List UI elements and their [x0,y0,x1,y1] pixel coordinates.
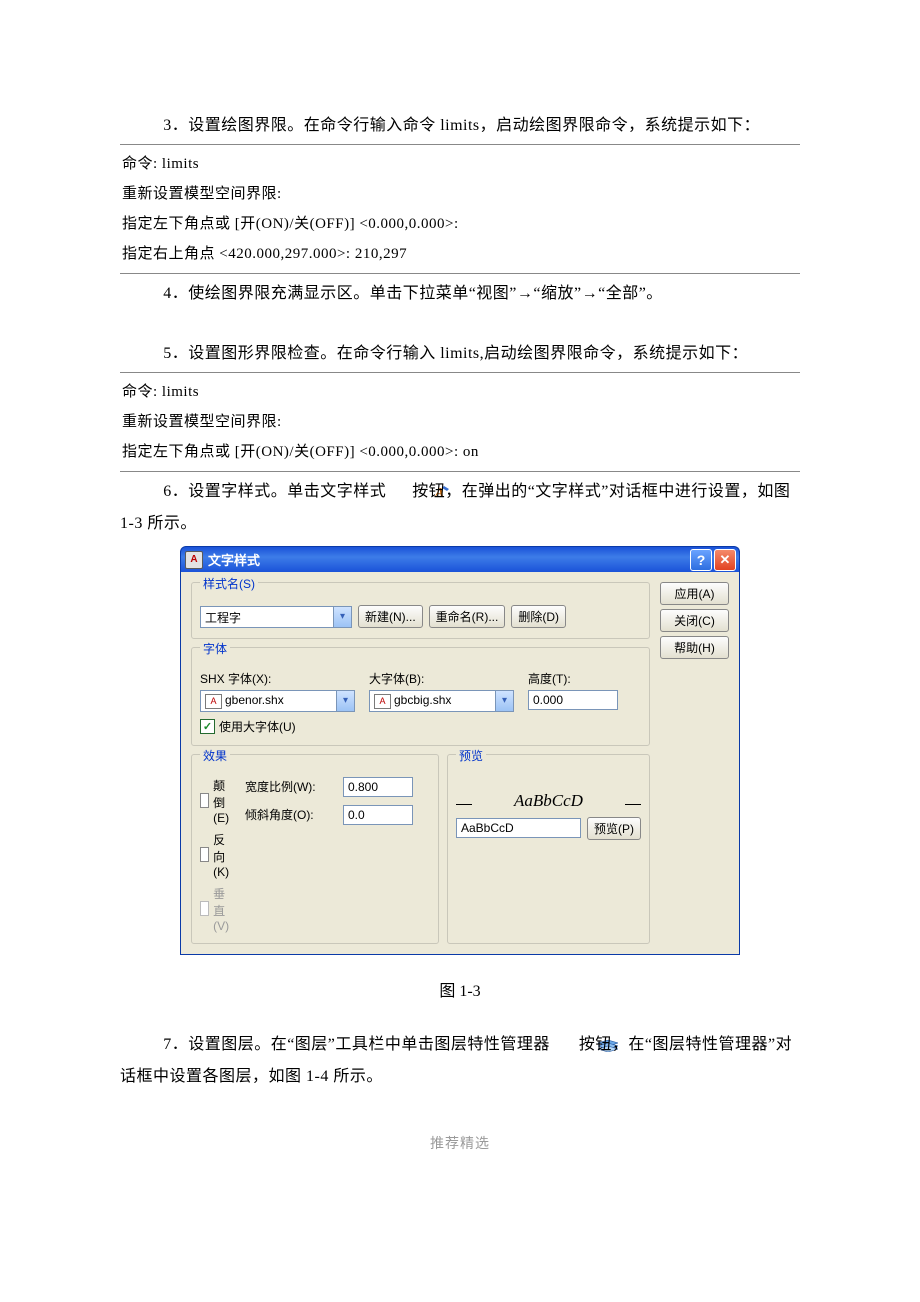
preview-sample: AaBbCcD [514,791,583,811]
width-factor-input[interactable]: 0.800 [343,777,413,797]
font-group: 字体 SHX 字体(X): Agbenor.shx ▾ 大字体(B): [191,647,650,746]
layer-manager-icon [554,1032,574,1044]
style-name-combo[interactable]: 工程字 ▾ [200,606,352,628]
reverse-checkbox[interactable]: 反向(K) [200,831,235,879]
chevron-down-icon[interactable]: ▾ [333,607,351,627]
big-font-value: gbcbig.shx [394,693,451,707]
para-5: 5．设置图形界限检查。在命令行输入 limits,启动绘图界限命令，系统提示如下… [120,338,800,370]
shx-font-value: gbenor.shx [225,693,284,707]
height-input[interactable]: 0.000 [528,690,618,710]
reverse-label: 反向(K) [213,831,235,879]
figure-caption: 图 1-3 [120,977,800,1001]
command-block-2: 命令: limits 重新设置模型空间界限: 指定左下角点或 [开(ON)/关(… [120,372,800,472]
font-legend: 字体 [200,640,230,657]
command-block-1: 命令: limits 重新设置模型空间界限: 指定左下角点或 [开(ON)/关(… [120,144,800,274]
checkbox-icon [200,901,209,916]
oblique-angle-input[interactable]: 0.0 [343,805,413,825]
checkbox-icon [200,847,209,862]
close-dialog-button[interactable]: 关闭(C) [660,609,729,632]
preview-canvas: AaBbCcD [456,773,641,811]
style-legend: 样式名(S) [200,575,258,592]
use-big-font-checkbox[interactable]: 使用大字体(U) [200,718,641,735]
footer-text: 推荐精选 [120,1133,800,1153]
preview-group: 预览 AaBbCcD AaBbCcD 预览(P) [447,754,650,944]
dialog-titlebar[interactable]: A 文字样式 ? ✕ [180,546,740,572]
checkbox-icon [200,793,209,808]
para-6-a: 6．设置字样式。单击文字样式 [163,483,386,500]
apply-button[interactable]: 应用(A) [660,582,729,605]
cmd-line: 指定左下角点或 [开(ON)/关(OFF)] <0.000,0.000>: [122,209,798,239]
preview-input[interactable]: AaBbCcD [456,818,581,838]
new-button[interactable]: 新建(N)... [358,605,423,628]
help-button[interactable]: ? [690,549,712,571]
delete-button[interactable]: 删除(D) [511,605,566,628]
page-content: 3．设置绘图界限。在命令行输入命令 limits，启动绘图界限命令，系统提示如下… [0,0,920,1213]
cmd-line: 指定右上角点 <420.000,297.000>: 210,297 [122,239,798,269]
preview-button[interactable]: 预览(P) [587,817,641,840]
vertical-checkbox: 垂直(V) [200,885,235,933]
preview-legend: 预览 [456,747,486,764]
style-name-value: 工程字 [201,607,333,627]
effects-group: 效果 颠倒(E) 反向(K) [191,754,439,944]
big-font-label: 大字体(B): [369,670,514,687]
text-style-icon: A [391,479,408,494]
font-icon: A [374,694,391,709]
vertical-label: 垂直(V) [213,885,235,933]
cmd-line: 重新设置模型空间界限: [122,407,798,437]
cmd-line: 指定左下角点或 [开(ON)/关(OFF)] <0.000,0.000>: on [122,437,798,467]
use-big-font-label: 使用大字体(U) [219,718,296,735]
cmd-line: 命令: limits [122,149,798,179]
para-7: 7．设置图层。在“图层”工具栏中单击图层特性管理器 按钮，在“图层特性管理器”对… [120,1029,800,1093]
dialog-body: 样式名(S) 工程字 ▾ 新建(N)... 重命名(R)... 删除(D) 字体 [180,572,740,955]
effects-legend: 效果 [200,747,230,764]
oblique-angle-label: 倾斜角度(O): [245,806,337,823]
para-3: 3．设置绘图界限。在命令行输入命令 limits，启动绘图界限命令，系统提示如下… [120,110,800,142]
app-icon: A [185,551,203,569]
cmd-line: 重新设置模型空间界限: [122,179,798,209]
height-label: 高度(T): [528,670,618,687]
font-icon: A [205,694,222,709]
text-style-dialog: A 文字样式 ? ✕ 样式名(S) 工程字 ▾ 新建(N)... 重命名(R).… [180,546,740,955]
para-6: 6．设置字样式。单击文字样式 A 按钮，在弹出的“文字样式”对话框中进行设置，如… [120,476,800,540]
shx-font-label: SHX 字体(X): [200,670,355,687]
big-font-combo[interactable]: Agbcbig.shx ▾ [369,690,514,712]
chevron-down-icon[interactable]: ▾ [495,691,513,711]
shx-font-combo[interactable]: Agbenor.shx ▾ [200,690,355,712]
dialog-right-buttons: 应用(A) 关闭(C) 帮助(H) [660,582,729,944]
close-button[interactable]: ✕ [714,549,736,571]
cmd-line: 命令: limits [122,377,798,407]
chevron-down-icon[interactable]: ▾ [336,691,354,711]
style-name-group: 样式名(S) 工程字 ▾ 新建(N)... 重命名(R)... 删除(D) [191,582,650,639]
para-7-a: 7．设置图层。在“图层”工具栏中单击图层特性管理器 [163,1036,550,1053]
help-dialog-button[interactable]: 帮助(H) [660,636,729,659]
rename-button[interactable]: 重命名(R)... [429,605,506,628]
width-factor-label: 宽度比例(W): [245,778,337,795]
upside-down-label: 颠倒(E) [213,777,235,825]
upside-down-checkbox[interactable]: 颠倒(E) [200,777,235,825]
para-4: 4．使绘图界限充满显示区。单击下拉菜单“视图”→“缩放”→“全部”。 [120,278,800,310]
checkbox-checked-icon [200,719,215,734]
dialog-title: 文字样式 [208,550,688,569]
